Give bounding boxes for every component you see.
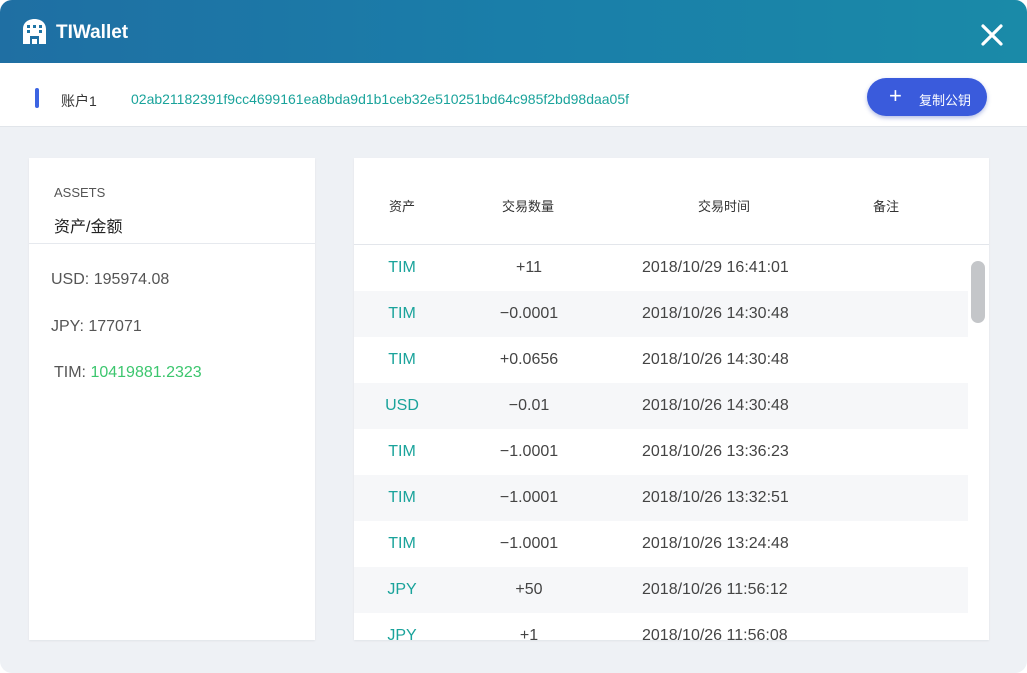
- cell-time: 2018/10/29 16:41:01: [642, 259, 789, 276]
- column-header-time: 交易时间: [698, 199, 751, 214]
- asset-label: USD:: [51, 271, 90, 288]
- table-row[interactable]: TIM +11 2018/10/29 16:41:01: [354, 245, 968, 291]
- table-row[interactable]: TIM −1.0001 2018/10/26 13:36:23: [354, 429, 968, 475]
- asset-label: TIM:: [54, 364, 86, 381]
- asset-item-tim: TIM: 10419881.2323: [54, 364, 202, 382]
- cell-time: 2018/10/26 11:56:12: [642, 581, 788, 598]
- assets-divider: [29, 243, 315, 244]
- public-key-text: 02ab21182391f9cc4699161ea8bda9d1b1ceb32e…: [131, 91, 630, 107]
- cell-quantity: −1.0001: [499, 535, 559, 552]
- table-header: 资产 交易数量 交易时间 备注: [354, 158, 989, 245]
- cell-asset: TIM: [388, 443, 416, 460]
- asset-item-usd: USD: 195974.08: [51, 271, 169, 289]
- column-header-quantity: 交易数量: [502, 199, 555, 214]
- cell-asset: TIM: [388, 305, 416, 322]
- table-row[interactable]: TIM +0.0656 2018/10/26 14:30:48: [354, 337, 968, 383]
- wallet-window: TIWallet 账户1 02ab21182391f9cc4699161ea8b…: [0, 0, 1027, 673]
- plus-icon: +: [889, 83, 902, 108]
- table-scrollbar[interactable]: [971, 261, 985, 323]
- copy-button-label: 复制公钥: [919, 93, 972, 108]
- cell-quantity: +50: [515, 581, 543, 598]
- account-marker: [35, 88, 39, 108]
- cell-time: 2018/10/26 13:32:51: [642, 489, 789, 506]
- cell-time: 2018/10/26 13:36:23: [642, 443, 789, 460]
- cell-quantity: −1.0001: [499, 489, 559, 506]
- app-title: TIWallet: [56, 22, 129, 43]
- table-body[interactable]: TIM +11 2018/10/29 16:41:01 TIM −0.0001 …: [354, 245, 968, 640]
- assets-panel: ASSETS 资产/金额 USD: 195974.08 JPY: 177071 …: [29, 158, 315, 640]
- cell-asset: TIM: [388, 351, 416, 368]
- transactions-panel: 资产 交易数量 交易时间 备注 TIM +11 2018/10/29 16:41…: [354, 158, 989, 640]
- account-bar: 账户1 02ab21182391f9cc4699161ea8bda9d1b1ce…: [0, 63, 1027, 127]
- cell-quantity: −1.0001: [499, 443, 559, 460]
- cell-quantity: −0.0001: [499, 305, 559, 322]
- table-row[interactable]: TIM −0.0001 2018/10/26 14:30:48: [354, 291, 968, 337]
- asset-value: 10419881.2323: [90, 364, 202, 381]
- column-header-asset: 资产: [389, 199, 416, 214]
- account-name: 账户1: [61, 93, 97, 109]
- cell-asset: TIM: [388, 489, 416, 506]
- cell-asset: JPY: [387, 581, 417, 598]
- cell-asset: USD: [385, 397, 419, 414]
- table-row[interactable]: TIM −1.0001 2018/10/26 13:24:48: [354, 521, 968, 567]
- table-row[interactable]: JPY +1 2018/10/26 11:56:08: [354, 613, 968, 640]
- cell-time: 2018/10/26 14:30:48: [642, 397, 789, 414]
- table-row[interactable]: JPY +50 2018/10/26 11:56:12: [354, 567, 968, 613]
- cell-asset: TIM: [388, 259, 416, 276]
- cell-asset: JPY: [387, 627, 417, 640]
- cell-quantity: +11: [516, 259, 542, 276]
- cell-time: 2018/10/26 14:30:48: [642, 351, 789, 368]
- cell-time: 2018/10/26 11:56:08: [642, 627, 788, 640]
- cell-time: 2018/10/26 13:24:48: [642, 535, 789, 552]
- assets-title-cn: 资产/金额: [54, 219, 123, 236]
- building-logo-icon: [23, 19, 46, 44]
- cell-quantity: +1: [519, 627, 539, 640]
- table-row[interactable]: TIM −1.0001 2018/10/26 13:32:51: [354, 475, 968, 521]
- cell-asset: TIM: [388, 535, 416, 552]
- table-row[interactable]: USD −0.01 2018/10/26 14:30:48: [354, 383, 968, 429]
- cell-time: 2018/10/26 14:30:48: [642, 305, 789, 322]
- copy-public-key-button[interactable]: + 复制公钥: [867, 78, 987, 116]
- cell-quantity: +0.0656: [499, 351, 559, 368]
- asset-value: 195974.08: [93, 271, 170, 288]
- cell-quantity: −0.01: [508, 397, 550, 414]
- asset-item-jpy: JPY: 177071: [51, 318, 142, 336]
- column-header-note: 备注: [873, 199, 900, 214]
- close-icon[interactable]: [976, 19, 1008, 51]
- assets-title-en: ASSETS: [54, 185, 106, 200]
- asset-value: 177071: [88, 318, 142, 335]
- asset-label: JPY:: [51, 318, 84, 335]
- title-bar: TIWallet: [0, 0, 1027, 63]
